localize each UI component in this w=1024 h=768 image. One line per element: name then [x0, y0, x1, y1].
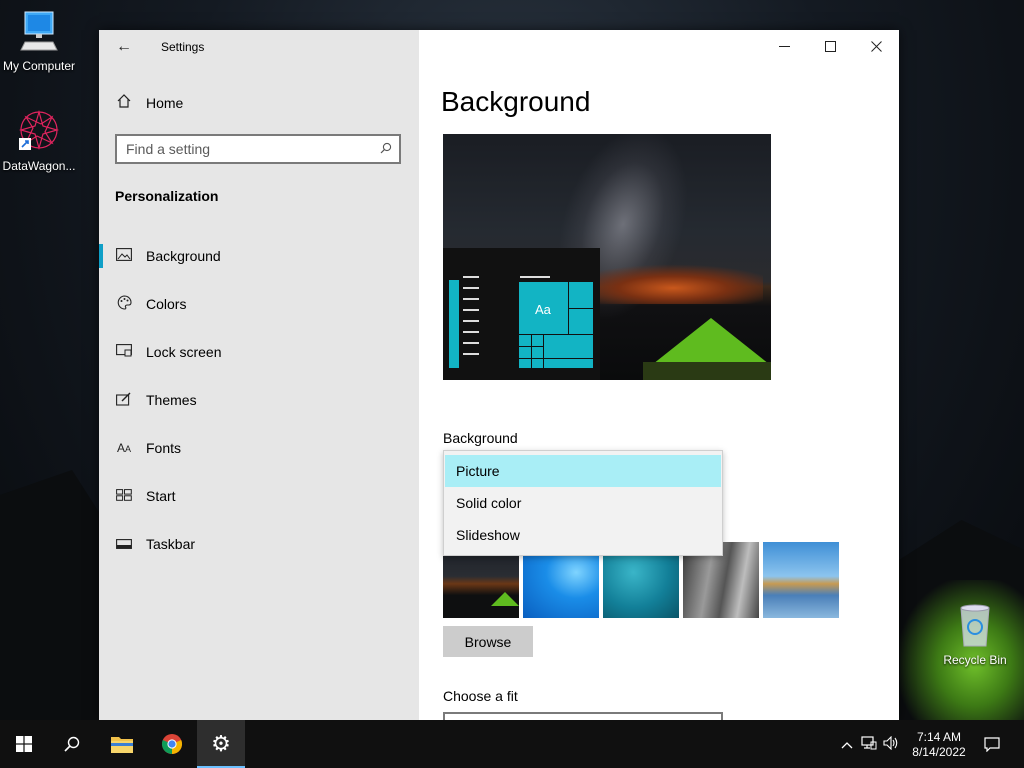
minimize-button[interactable]	[761, 30, 807, 62]
datawagon-logo-icon	[0, 108, 82, 157]
sidebar-item-background[interactable]: Background	[99, 232, 419, 280]
notification-icon	[984, 736, 1000, 752]
browse-button[interactable]: Browse	[443, 626, 533, 657]
search-icon[interactable]	[373, 142, 399, 157]
choose-fit-dropdown[interactable]	[443, 712, 723, 720]
choose-fit-label: Choose a fit	[443, 688, 518, 704]
taskbar-icon	[115, 536, 133, 552]
sidebar-item-label: Start	[146, 488, 176, 504]
background-type-dropdown-list: Picture Solid color Slideshow	[443, 450, 723, 556]
sidebar-item-label: Background	[146, 248, 221, 264]
chevron-up-icon[interactable]	[836, 737, 858, 752]
sidebar-item-taskbar[interactable]: Taskbar	[99, 520, 419, 568]
sidebar-item-label: Lock screen	[146, 344, 222, 360]
dropdown-option-picture[interactable]: Picture	[445, 455, 721, 487]
file-explorer-button[interactable]	[98, 720, 146, 768]
background-type-label: Background	[443, 430, 518, 446]
sidebar-item-label: Fonts	[146, 440, 182, 456]
preview-start-tiles: Aa	[519, 282, 593, 368]
sidebar-item-label: Themes	[146, 392, 197, 408]
network-icon[interactable]	[858, 735, 880, 753]
picture-icon	[115, 248, 133, 264]
close-button[interactable]	[853, 30, 899, 62]
minimize-icon	[778, 45, 790, 47]
desktop-icon-my-computer[interactable]: My Computer	[0, 10, 82, 73]
preview-ground	[643, 362, 771, 380]
windows-logo-icon	[16, 736, 32, 752]
action-center-button[interactable]	[968, 720, 1016, 768]
maximize-icon	[824, 40, 836, 52]
taskbar-clock[interactable]: 7:14 AM 8/14/2022	[904, 730, 974, 760]
taskbar: ⚙ 7:14 AM 8/14/2022	[0, 720, 1024, 768]
page-title: Background	[441, 86, 591, 117]
back-arrow-icon: ←	[116, 38, 132, 55]
preview-start-menu-mock: Aa	[443, 248, 600, 380]
preview-tile-text: Aa	[535, 302, 551, 317]
settings-content: Background Aa Background Picture Solid c…	[419, 30, 899, 720]
computer-icon	[0, 10, 82, 57]
maximize-button[interactable]	[807, 30, 853, 62]
clock-date: 8/14/2022	[912, 745, 966, 759]
folder-icon	[111, 737, 133, 753]
sidebar-item-colors[interactable]: Colors	[99, 280, 419, 328]
home-nav-item[interactable]: Home	[115, 94, 183, 111]
lock-screen-icon	[115, 344, 133, 360]
system-tray	[836, 720, 902, 768]
recent-picture-thumbnail[interactable]	[763, 542, 839, 618]
home-label: Home	[146, 94, 184, 111]
home-icon	[115, 94, 133, 111]
settings-taskbar-button[interactable]: ⚙	[197, 720, 245, 768]
desktop-icon-recycle-bin[interactable]: Recycle Bin	[932, 602, 1018, 667]
close-icon	[870, 40, 882, 52]
themes-icon	[115, 392, 133, 409]
settings-sidebar: ← Settings Home Personalization Backgrou…	[99, 30, 419, 720]
sidebar-item-themes[interactable]: Themes	[99, 376, 419, 424]
clock-time: 7:14 AM	[916, 730, 962, 744]
personalization-nav: Background Colors Lock screen Themes AA …	[99, 232, 419, 568]
desktop-icon-label: DataWagon...	[2, 159, 76, 173]
palette-icon	[115, 295, 133, 313]
gear-icon: ⚙	[211, 731, 231, 756]
start-button[interactable]	[0, 720, 48, 768]
dropdown-option-slideshow[interactable]: Slideshow	[445, 519, 721, 551]
volume-icon[interactable]	[880, 735, 902, 753]
taskbar-search-button[interactable]	[48, 720, 96, 768]
search-input[interactable]	[117, 136, 373, 162]
recycle-bin-icon	[932, 602, 1018, 651]
dropdown-option-solid-color[interactable]: Solid color	[445, 487, 721, 519]
search-icon	[64, 736, 80, 752]
preview-tent	[653, 318, 769, 364]
chrome-icon	[161, 734, 183, 755]
window-title: Settings	[161, 40, 205, 54]
desktop-icon-label: My Computer	[2, 59, 76, 73]
sidebar-item-lock-screen[interactable]: Lock screen	[99, 328, 419, 376]
preview-start-header-line	[520, 276, 550, 278]
desktop-icon-label: Recycle Bin	[943, 653, 1007, 667]
desktop-icon-datawagon[interactable]: DataWagon...	[0, 108, 82, 173]
fonts-icon: AA	[116, 441, 132, 455]
background-preview: Aa	[443, 134, 771, 380]
chrome-button[interactable]	[148, 720, 196, 768]
settings-window: ← Settings Home Personalization Backgrou…	[99, 30, 899, 720]
section-title: Personalization	[115, 188, 219, 204]
preview-start-rail	[449, 280, 459, 368]
search-box[interactable]	[115, 134, 401, 164]
back-button[interactable]: ←	[109, 36, 139, 58]
sidebar-item-fonts[interactable]: AA Fonts	[99, 424, 419, 472]
sidebar-item-label: Colors	[146, 296, 187, 312]
sidebar-item-label: Taskbar	[146, 536, 196, 552]
preview-start-list	[463, 276, 479, 364]
sidebar-item-start[interactable]: Start	[99, 472, 419, 520]
start-icon	[115, 488, 133, 504]
